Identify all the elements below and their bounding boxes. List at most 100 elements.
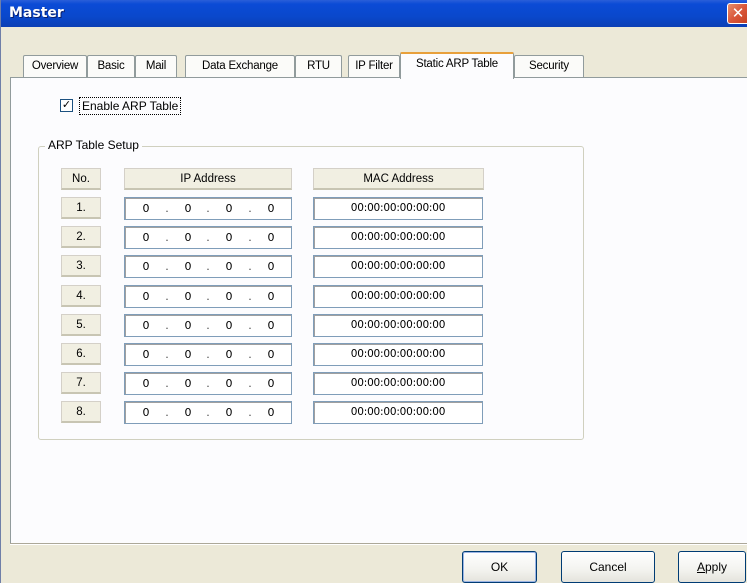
ip-octet[interactable]: 0	[222, 198, 236, 219]
cancel-button[interactable]: Cancel	[561, 551, 655, 583]
ip-octet[interactable]: 0	[181, 256, 195, 277]
ip-octet[interactable]: 0	[222, 402, 236, 423]
ip-octet[interactable]: 0	[181, 315, 195, 336]
ip-octet[interactable]: 0	[222, 256, 236, 277]
tab-security[interactable]: Security	[514, 55, 584, 78]
mac-address-field[interactable]: 00:00:00:00:00:00	[313, 343, 483, 366]
ip-separator: .	[248, 319, 252, 332]
tab-rtu[interactable]: RTU	[295, 55, 342, 78]
apply-label-rest: pply	[705, 560, 728, 574]
ip-octet[interactable]: 0	[181, 198, 195, 219]
close-button[interactable]: ✕	[727, 3, 747, 24]
ip-separator: .	[206, 290, 210, 303]
ip-octet[interactable]: 0	[264, 315, 278, 336]
row-number: 1.	[61, 197, 101, 219]
ip-octet[interactable]: 0	[139, 344, 153, 365]
ip-separator: .	[206, 260, 210, 273]
mac-address-field[interactable]: 00:00:00:00:00:00	[313, 226, 483, 249]
ip-address-field[interactable]: 0. 0. 0. 0	[124, 314, 292, 337]
ip-address-field[interactable]: 0. 0. 0. 0	[124, 372, 292, 395]
ip-octet[interactable]: 0	[139, 315, 153, 336]
title-bar[interactable]: Master ✕	[1, 0, 747, 27]
dialog-window: Master ✕ Overview Basic Mail Data Exchan…	[0, 0, 747, 583]
row-number: 5.	[61, 314, 101, 336]
tab-basic[interactable]: Basic	[87, 55, 135, 78]
tab-overview[interactable]: Overview	[23, 55, 87, 78]
mac-address-field[interactable]: 00:00:00:00:00:00	[313, 197, 483, 220]
ip-separator: .	[165, 348, 169, 361]
mac-address-field[interactable]: 00:00:00:00:00:00	[313, 255, 483, 278]
ip-octet[interactable]: 0	[139, 286, 153, 307]
ip-octet[interactable]: 0	[181, 227, 195, 248]
enable-arp-table-label[interactable]: Enable ARP Table	[79, 97, 182, 115]
ip-separator: .	[248, 231, 252, 244]
ip-octet[interactable]: 0	[264, 256, 278, 277]
tab-data-exchange[interactable]: Data Exchange	[185, 55, 295, 78]
ip-octet[interactable]: 0	[139, 373, 153, 394]
ip-separator: .	[165, 290, 169, 303]
tab-static-arp-table[interactable]: Static ARP Table	[400, 52, 514, 79]
apply-button[interactable]: Apply	[678, 551, 746, 583]
ip-address-field[interactable]: 0. 0. 0. 0	[124, 401, 292, 424]
ip-octet[interactable]: 0	[139, 402, 153, 423]
ip-separator: .	[165, 319, 169, 332]
ip-octet[interactable]: 0	[181, 286, 195, 307]
ip-octet[interactable]: 0	[264, 373, 278, 394]
ip-separator: .	[206, 406, 210, 419]
ip-octet[interactable]: 0	[139, 256, 153, 277]
ip-separator: .	[248, 348, 252, 361]
group-title: ARP Table Setup	[45, 138, 142, 152]
ip-octet[interactable]: 0	[222, 344, 236, 365]
ip-separator: .	[165, 202, 169, 215]
ip-separator: .	[206, 202, 210, 215]
ip-octet[interactable]: 0	[222, 286, 236, 307]
ip-octet[interactable]: 0	[222, 227, 236, 248]
mac-address-field[interactable]: 00:00:00:00:00:00	[313, 401, 483, 424]
ip-octet[interactable]: 0	[222, 373, 236, 394]
ip-octet[interactable]: 0	[139, 227, 153, 248]
enable-arp-table-checkbox[interactable]: ✓	[60, 99, 73, 112]
tab-strip: Overview Basic Mail Data Exchange RTU IP…	[23, 52, 723, 79]
ip-octet[interactable]: 0	[181, 373, 195, 394]
ip-separator: .	[165, 260, 169, 273]
arp-table-setup-group	[38, 146, 584, 440]
ip-separator: .	[206, 348, 210, 361]
ip-octet[interactable]: 0	[139, 198, 153, 219]
ip-separator: .	[248, 406, 252, 419]
ok-button[interactable]: OK	[462, 551, 537, 583]
ip-octet[interactable]: 0	[264, 286, 278, 307]
ip-octet[interactable]: 0	[264, 227, 278, 248]
row-number: 2.	[61, 226, 101, 248]
ip-separator: .	[248, 202, 252, 215]
ip-octet[interactable]: 0	[181, 402, 195, 423]
apply-mnemonic: A	[696, 560, 705, 574]
column-header-ip-address: IP Address	[124, 168, 292, 190]
ip-address-field[interactable]: 0. 0. 0. 0	[124, 226, 292, 249]
mac-address-field[interactable]: 00:00:00:00:00:00	[313, 314, 483, 337]
ip-separator: .	[248, 260, 252, 273]
ip-address-field[interactable]: 0. 0. 0. 0	[124, 255, 292, 278]
mac-address-field[interactable]: 00:00:00:00:00:00	[313, 285, 483, 308]
ip-octet[interactable]: 0	[264, 198, 278, 219]
ip-octet[interactable]: 0	[222, 315, 236, 336]
row-number: 8.	[61, 401, 101, 423]
ip-separator: .	[206, 231, 210, 244]
ip-separator: .	[165, 406, 169, 419]
ip-separator: .	[165, 231, 169, 244]
close-icon: ✕	[731, 5, 745, 22]
tab-mail[interactable]: Mail	[135, 55, 177, 78]
ip-separator: .	[206, 319, 210, 332]
check-icon: ✓	[61, 99, 72, 111]
tab-ip-filter[interactable]: IP Filter	[348, 55, 400, 78]
ip-address-field[interactable]: 0. 0. 0. 0	[124, 285, 292, 308]
ip-address-field[interactable]: 0. 0. 0. 0	[124, 197, 292, 220]
mac-address-field[interactable]: 00:00:00:00:00:00	[313, 372, 483, 395]
ip-separator: .	[248, 290, 252, 303]
ip-octet[interactable]: 0	[264, 344, 278, 365]
bottom-divider	[10, 543, 747, 545]
window-title: Master	[9, 5, 64, 21]
row-number: 4.	[61, 285, 101, 307]
ip-octet[interactable]: 0	[181, 344, 195, 365]
ip-octet[interactable]: 0	[264, 402, 278, 423]
ip-address-field[interactable]: 0. 0. 0. 0	[124, 343, 292, 366]
